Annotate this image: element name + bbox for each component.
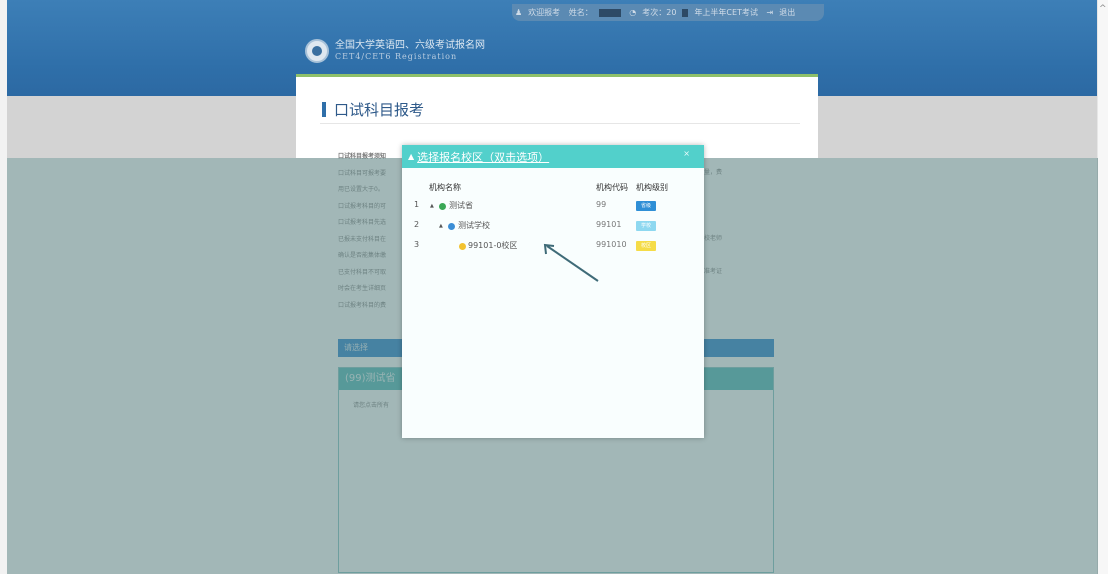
site-title-en: CET4/CET6 Registration	[335, 52, 458, 61]
site-brand[interactable]: 全国大学英语四、六级考试报名网 CET4/CET6 Registration	[305, 38, 485, 64]
site-title-cn: 全国大学英语四、六级考试报名网	[335, 40, 485, 51]
annotation-arrow-icon	[543, 243, 599, 282]
node-name: 99101-0校区	[468, 241, 518, 250]
exam-session-name: 年上半年CET考试	[694, 8, 758, 17]
node-dot-icon	[448, 223, 455, 230]
level-badge: 校区	[636, 241, 656, 251]
page-title: 口试科目报考	[322, 99, 424, 120]
node-code: 99101	[596, 220, 622, 229]
redacted-name	[598, 8, 621, 17]
site-title: 全国大学英语四、六级考试报名网 CET4/CET6 Registration	[335, 40, 485, 62]
tree-row-school[interactable]: 2 ▲ 测试学校 99101 学校	[414, 220, 674, 234]
collapse-toggle-icon[interactable]: ▲	[430, 203, 434, 209]
scroll-up-icon[interactable]: ^	[1099, 4, 1107, 14]
top-user-bar: ♟ 欢迎报考 姓名： ◔ 考次：20 年上半年CET考试 ⇥ 退出	[512, 4, 824, 21]
exam-icon: ◔	[629, 8, 637, 17]
node-code: 99	[596, 200, 607, 209]
welcome-link[interactable]: 欢迎报考	[528, 8, 560, 17]
left-edge	[0, 0, 7, 574]
name-label: 姓名：	[568, 8, 593, 17]
row-number: 3	[414, 240, 420, 249]
site-logo	[305, 39, 329, 63]
row-number: 2	[414, 220, 420, 229]
exam-session-label: 考次：20	[642, 8, 677, 17]
node-name: 测试学校	[458, 221, 490, 230]
page-title-text: 口试科目报考	[334, 101, 425, 119]
column-header-code: 机构代码	[596, 183, 628, 192]
column-header-name: 机构名称	[429, 183, 461, 192]
vertical-scrollbar[interactable]: ^	[1097, 0, 1108, 574]
dialog-header[interactable]: ▲ 选择报名校区（双击选项） ×	[402, 145, 704, 168]
user-icon: ♟	[515, 8, 523, 17]
logout-link[interactable]: 退出	[779, 8, 795, 17]
close-icon[interactable]: ×	[683, 149, 690, 158]
logout-icon: ⇥	[766, 8, 774, 17]
title-accent-bar	[322, 102, 326, 117]
level-badge: 学校	[636, 221, 656, 231]
select-campus-dialog: ▲ 选择报名校区（双击选项） × 机构名称 机构代码 机构级别 1 ▲ 测试省 …	[402, 145, 704, 438]
tree-row-province[interactable]: 1 ▲ 测试省 99 省级	[414, 200, 674, 214]
collapse-toggle-icon[interactable]: ▲	[439, 223, 443, 229]
column-header-level: 机构级别	[636, 183, 668, 192]
node-dot-icon	[459, 243, 466, 250]
node-dot-icon	[439, 203, 446, 210]
level-badge: 省级	[636, 201, 656, 211]
warning-icon: ▲	[408, 152, 415, 161]
node-name: 测试省	[449, 201, 473, 210]
dialog-title: 选择报名校区（双击选项）	[417, 150, 550, 164]
row-number: 1	[414, 200, 420, 209]
redacted-year	[682, 8, 689, 17]
title-divider	[320, 123, 800, 124]
browser-frame: ♟ 欢迎报考 姓名： ◔ 考次：20 年上半年CET考试 ⇥ 退出 全国大学英语四、六级…	[0, 0, 1108, 577]
